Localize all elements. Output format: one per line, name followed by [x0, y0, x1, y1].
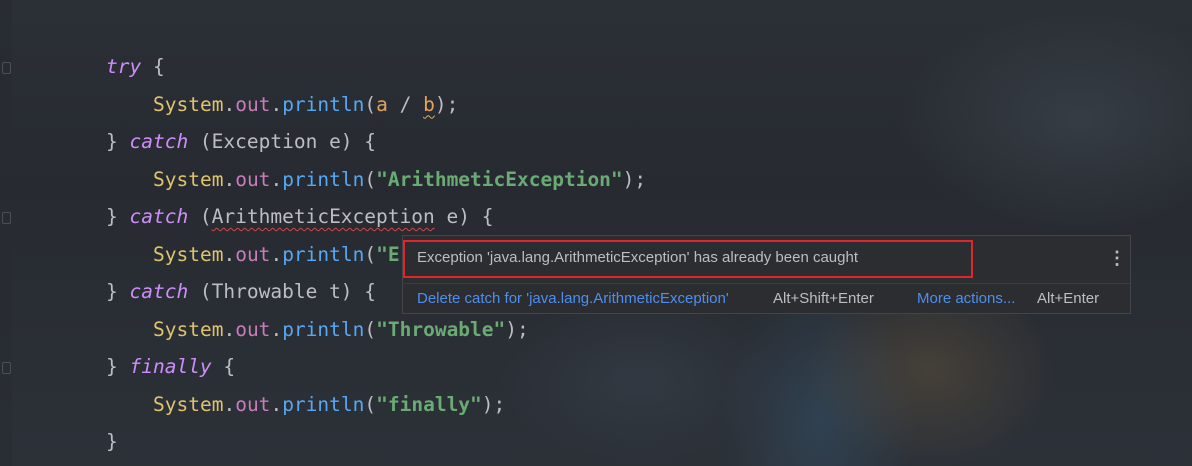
code-line[interactable]: } catch (Throwable t) {	[106, 277, 376, 307]
code-token: }	[106, 130, 130, 153]
code-token: .	[270, 92, 283, 116]
code-token: System	[153, 317, 224, 341]
code-line[interactable]: } finally {	[106, 352, 235, 382]
code-token: }	[106, 280, 130, 303]
popup-divider	[403, 283, 1130, 284]
code-token: out	[235, 392, 271, 416]
code-token: a	[376, 92, 388, 116]
code-token: println	[282, 92, 365, 116]
code-token: (	[188, 205, 212, 228]
code-token: );	[434, 92, 459, 116]
code-token: System	[153, 167, 224, 191]
more-actions-link[interactable]: More actions...	[917, 290, 1015, 307]
code-token: .	[270, 242, 283, 266]
code-editor[interactable]: try {System.out.println(a / b);} catch (…	[0, 0, 1192, 466]
code-token: .	[270, 392, 283, 416]
code-token: out	[235, 317, 271, 341]
code-token: (	[364, 167, 377, 191]
code-token: out	[235, 242, 271, 266]
code-token: System	[153, 242, 224, 266]
code-token: try	[106, 55, 142, 78]
code-token: e) {	[434, 205, 494, 228]
code-token: "ArithmeticException"	[376, 167, 623, 191]
code-token: (Exception e) {	[188, 130, 377, 153]
code-token: out	[235, 167, 271, 191]
delete-catch-shortcut: Alt+Shift+Enter	[773, 290, 874, 307]
code-token: println	[282, 317, 365, 341]
code-token: out	[235, 92, 271, 116]
code-line[interactable]: System.out.println("E	[153, 240, 400, 270]
code-token: .	[223, 92, 236, 116]
code-token: catch	[129, 130, 189, 153]
code-token: /	[387, 92, 424, 116]
code-token: System	[153, 92, 224, 116]
code-token: ArithmeticException	[211, 205, 435, 228]
code-token: .	[223, 167, 236, 191]
code-line[interactable]: } catch (Exception e) {	[106, 127, 376, 157]
code-token: .	[270, 167, 283, 191]
code-line[interactable]: try {	[106, 52, 165, 82]
code-token: finally	[129, 355, 212, 378]
code-token: (	[364, 242, 377, 266]
code-token: }	[106, 205, 130, 228]
code-token: println	[282, 167, 365, 191]
delete-catch-action[interactable]: Delete catch for 'java.lang.ArithmeticEx…	[417, 290, 729, 307]
code-token: }	[106, 355, 130, 378]
code-token: catch	[129, 205, 189, 228]
inspection-popup: Exception 'java.lang.ArithmeticException…	[402, 235, 1131, 314]
code-token: .	[270, 317, 283, 341]
code-token: "Throwable"	[376, 317, 506, 341]
code-token: );	[622, 167, 647, 191]
inspection-message: Exception 'java.lang.ArithmeticException…	[417, 249, 858, 266]
code-token: b	[423, 92, 435, 116]
code-token: catch	[129, 280, 189, 303]
code-token: System	[153, 392, 224, 416]
code-token: (Throwable t) {	[188, 280, 377, 303]
code-line[interactable]: }	[106, 427, 118, 457]
code-token: .	[223, 242, 236, 266]
code-token: "finally"	[376, 392, 482, 416]
code-token: .	[223, 392, 236, 416]
code-token: println	[282, 242, 365, 266]
code-token: );	[505, 317, 529, 341]
code-token: );	[481, 392, 506, 416]
code-token: }	[106, 430, 118, 453]
code-token: "E	[376, 242, 400, 266]
code-token: (	[364, 317, 377, 341]
more-options-icon[interactable]: ⋮	[1108, 247, 1126, 269]
code-line[interactable]: System.out.println("ArithmeticException"…	[153, 165, 646, 195]
more-actions-shortcut: Alt+Enter	[1037, 290, 1100, 307]
code-line[interactable]: System.out.println("finally");	[153, 390, 505, 420]
code-token: (	[364, 92, 377, 116]
code-token: {	[211, 355, 236, 378]
code-line[interactable]: System.out.println("Throwable");	[153, 315, 529, 345]
code-token: {	[141, 55, 165, 78]
code-line[interactable]: System.out.println(a / b);	[153, 90, 458, 120]
code-line[interactable]: } catch (ArithmeticException e) {	[106, 202, 493, 232]
code-token: println	[282, 392, 365, 416]
code-token: .	[223, 317, 236, 341]
code-token: (	[364, 392, 377, 416]
